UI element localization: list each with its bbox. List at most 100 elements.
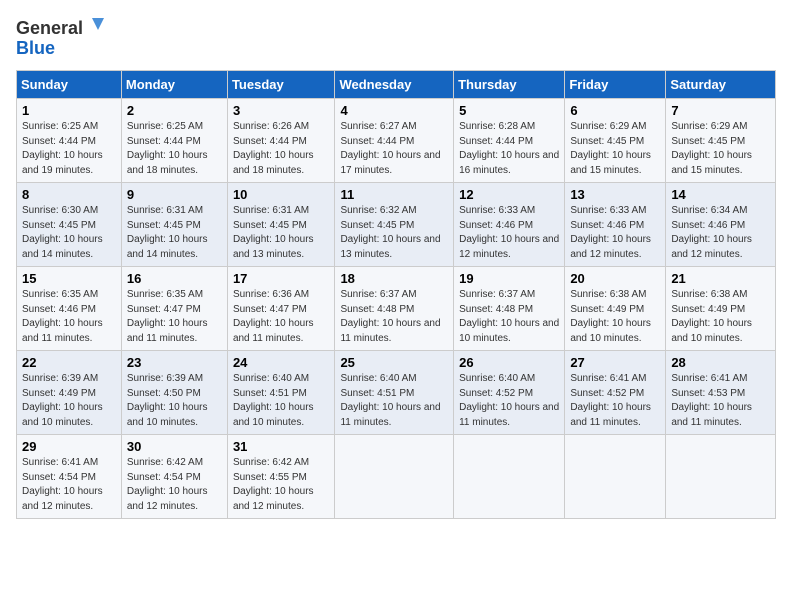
day-info: Sunrise: 6:28 AM Sunset: 4:44 PM Dayligh…: [459, 120, 560, 178]
day-number: 19: [459, 271, 560, 286]
day-number: 30: [127, 439, 223, 454]
day-number: 2: [127, 103, 223, 118]
day-cell: 11 Sunrise: 6:32 AM Sunset: 4:45 PM Dayl…: [335, 183, 454, 267]
day-cell: 21 Sunrise: 6:38 AM Sunset: 4:49 PM Dayl…: [666, 267, 776, 351]
day-info: Sunrise: 6:37 AM Sunset: 4:48 PM Dayligh…: [340, 288, 449, 346]
day-cell: 25 Sunrise: 6:40 AM Sunset: 4:51 PM Dayl…: [335, 351, 454, 435]
day-info: Sunrise: 6:31 AM Sunset: 4:45 PM Dayligh…: [127, 204, 223, 262]
day-number: 4: [340, 103, 449, 118]
header-day-wednesday: Wednesday: [335, 71, 454, 99]
day-number: 22: [22, 355, 117, 370]
day-info: Sunrise: 6:41 AM Sunset: 4:53 PM Dayligh…: [671, 372, 771, 430]
day-cell: 15 Sunrise: 6:35 AM Sunset: 4:46 PM Dayl…: [17, 267, 122, 351]
day-info: Sunrise: 6:33 AM Sunset: 4:46 PM Dayligh…: [459, 204, 560, 262]
day-number: 1: [22, 103, 117, 118]
header-day-thursday: Thursday: [454, 71, 565, 99]
day-number: 14: [671, 187, 771, 202]
day-cell: [565, 435, 666, 519]
day-info: Sunrise: 6:39 AM Sunset: 4:50 PM Dayligh…: [127, 372, 223, 430]
day-info: Sunrise: 6:38 AM Sunset: 4:49 PM Dayligh…: [570, 288, 661, 346]
day-number: 20: [570, 271, 661, 286]
day-number: 11: [340, 187, 449, 202]
day-cell: 8 Sunrise: 6:30 AM Sunset: 4:45 PM Dayli…: [17, 183, 122, 267]
day-cell: 24 Sunrise: 6:40 AM Sunset: 4:51 PM Dayl…: [227, 351, 335, 435]
day-cell: 6 Sunrise: 6:29 AM Sunset: 4:45 PM Dayli…: [565, 99, 666, 183]
day-info: Sunrise: 6:36 AM Sunset: 4:47 PM Dayligh…: [233, 288, 331, 346]
day-cell: 4 Sunrise: 6:27 AM Sunset: 4:44 PM Dayli…: [335, 99, 454, 183]
day-number: 15: [22, 271, 117, 286]
day-cell: 1 Sunrise: 6:25 AM Sunset: 4:44 PM Dayli…: [17, 99, 122, 183]
day-cell: 5 Sunrise: 6:28 AM Sunset: 4:44 PM Dayli…: [454, 99, 565, 183]
day-number: 8: [22, 187, 117, 202]
day-number: 12: [459, 187, 560, 202]
calendar-table: SundayMondayTuesdayWednesdayThursdayFrid…: [16, 70, 776, 519]
day-info: Sunrise: 6:41 AM Sunset: 4:54 PM Dayligh…: [22, 456, 117, 514]
day-cell: 27 Sunrise: 6:41 AM Sunset: 4:52 PM Dayl…: [565, 351, 666, 435]
header-day-monday: Monday: [121, 71, 227, 99]
day-cell: 23 Sunrise: 6:39 AM Sunset: 4:50 PM Dayl…: [121, 351, 227, 435]
day-cell: 12 Sunrise: 6:33 AM Sunset: 4:46 PM Dayl…: [454, 183, 565, 267]
day-number: 29: [22, 439, 117, 454]
day-cell: [454, 435, 565, 519]
day-cell: 30 Sunrise: 6:42 AM Sunset: 4:54 PM Dayl…: [121, 435, 227, 519]
day-cell: 18 Sunrise: 6:37 AM Sunset: 4:48 PM Dayl…: [335, 267, 454, 351]
day-number: 7: [671, 103, 771, 118]
day-cell: 19 Sunrise: 6:37 AM Sunset: 4:48 PM Dayl…: [454, 267, 565, 351]
header-day-sunday: Sunday: [17, 71, 122, 99]
week-row-4: 22 Sunrise: 6:39 AM Sunset: 4:49 PM Dayl…: [17, 351, 776, 435]
logo-svg: General Blue: [16, 16, 106, 60]
day-number: 28: [671, 355, 771, 370]
day-info: Sunrise: 6:35 AM Sunset: 4:46 PM Dayligh…: [22, 288, 117, 346]
day-number: 21: [671, 271, 771, 286]
logo: General Blue: [16, 16, 106, 60]
header-day-saturday: Saturday: [666, 71, 776, 99]
day-info: Sunrise: 6:33 AM Sunset: 4:46 PM Dayligh…: [570, 204, 661, 262]
day-cell: 28 Sunrise: 6:41 AM Sunset: 4:53 PM Dayl…: [666, 351, 776, 435]
day-cell: 17 Sunrise: 6:36 AM Sunset: 4:47 PM Dayl…: [227, 267, 335, 351]
week-row-1: 1 Sunrise: 6:25 AM Sunset: 4:44 PM Dayli…: [17, 99, 776, 183]
day-info: Sunrise: 6:41 AM Sunset: 4:52 PM Dayligh…: [570, 372, 661, 430]
day-cell: 20 Sunrise: 6:38 AM Sunset: 4:49 PM Dayl…: [565, 267, 666, 351]
day-info: Sunrise: 6:26 AM Sunset: 4:44 PM Dayligh…: [233, 120, 331, 178]
day-info: Sunrise: 6:31 AM Sunset: 4:45 PM Dayligh…: [233, 204, 331, 262]
day-number: 17: [233, 271, 331, 286]
day-info: Sunrise: 6:40 AM Sunset: 4:52 PM Dayligh…: [459, 372, 560, 430]
day-number: 23: [127, 355, 223, 370]
day-number: 16: [127, 271, 223, 286]
day-number: 10: [233, 187, 331, 202]
header-day-tuesday: Tuesday: [227, 71, 335, 99]
day-number: 18: [340, 271, 449, 286]
day-info: Sunrise: 6:42 AM Sunset: 4:54 PM Dayligh…: [127, 456, 223, 514]
calendar-container: General Blue SundayMondayTuesdayWednesda…: [0, 0, 792, 527]
svg-text:General: General: [16, 18, 83, 38]
day-cell: 7 Sunrise: 6:29 AM Sunset: 4:45 PM Dayli…: [666, 99, 776, 183]
day-number: 25: [340, 355, 449, 370]
day-cell: 16 Sunrise: 6:35 AM Sunset: 4:47 PM Dayl…: [121, 267, 227, 351]
day-number: 31: [233, 439, 331, 454]
day-number: 6: [570, 103, 661, 118]
day-cell: 14 Sunrise: 6:34 AM Sunset: 4:46 PM Dayl…: [666, 183, 776, 267]
svg-text:Blue: Blue: [16, 38, 55, 58]
day-cell: 22 Sunrise: 6:39 AM Sunset: 4:49 PM Dayl…: [17, 351, 122, 435]
day-number: 9: [127, 187, 223, 202]
day-number: 27: [570, 355, 661, 370]
day-cell: 29 Sunrise: 6:41 AM Sunset: 4:54 PM Dayl…: [17, 435, 122, 519]
day-info: Sunrise: 6:40 AM Sunset: 4:51 PM Dayligh…: [233, 372, 331, 430]
day-info: Sunrise: 6:34 AM Sunset: 4:46 PM Dayligh…: [671, 204, 771, 262]
day-cell: 3 Sunrise: 6:26 AM Sunset: 4:44 PM Dayli…: [227, 99, 335, 183]
header-row: SundayMondayTuesdayWednesdayThursdayFrid…: [17, 71, 776, 99]
day-info: Sunrise: 6:29 AM Sunset: 4:45 PM Dayligh…: [570, 120, 661, 178]
week-row-2: 8 Sunrise: 6:30 AM Sunset: 4:45 PM Dayli…: [17, 183, 776, 267]
day-info: Sunrise: 6:25 AM Sunset: 4:44 PM Dayligh…: [22, 120, 117, 178]
day-number: 13: [570, 187, 661, 202]
day-number: 3: [233, 103, 331, 118]
day-info: Sunrise: 6:38 AM Sunset: 4:49 PM Dayligh…: [671, 288, 771, 346]
day-info: Sunrise: 6:25 AM Sunset: 4:44 PM Dayligh…: [127, 120, 223, 178]
day-number: 24: [233, 355, 331, 370]
day-cell: 31 Sunrise: 6:42 AM Sunset: 4:55 PM Dayl…: [227, 435, 335, 519]
day-info: Sunrise: 6:40 AM Sunset: 4:51 PM Dayligh…: [340, 372, 449, 430]
day-number: 26: [459, 355, 560, 370]
day-info: Sunrise: 6:27 AM Sunset: 4:44 PM Dayligh…: [340, 120, 449, 178]
day-info: Sunrise: 6:29 AM Sunset: 4:45 PM Dayligh…: [671, 120, 771, 178]
day-cell: 9 Sunrise: 6:31 AM Sunset: 4:45 PM Dayli…: [121, 183, 227, 267]
